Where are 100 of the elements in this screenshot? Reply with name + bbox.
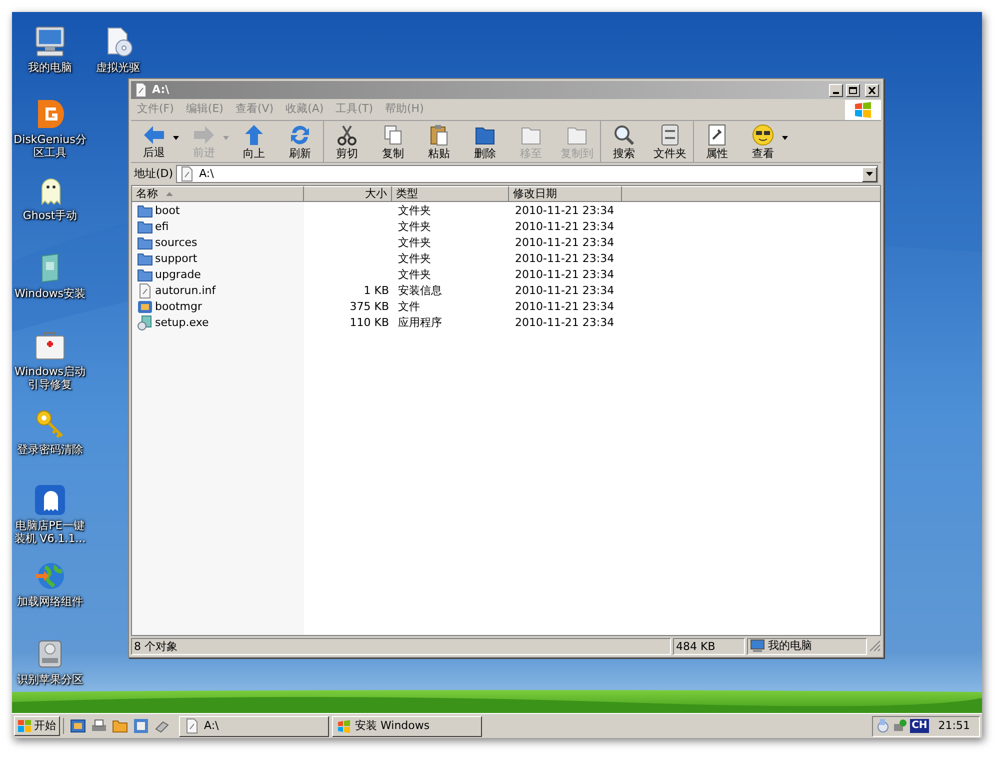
- column-header[interactable]: 修改日期: [509, 186, 622, 202]
- back-arrow-icon: [143, 124, 165, 144]
- file-type: 应用程序: [398, 316, 442, 329]
- scissors-icon: [337, 124, 357, 146]
- minimize-button[interactable]: [829, 84, 843, 96]
- address-field[interactable]: A:\: [176, 165, 878, 183]
- monitor-icon: [70, 718, 86, 734]
- file-size: 110 KB: [350, 316, 389, 329]
- document-icon: [184, 718, 200, 734]
- file-type: 安装信息: [398, 284, 442, 297]
- toolbar-button[interactable]: 文件夹: [647, 122, 693, 162]
- toolbar-button[interactable]: 刷新: [277, 122, 323, 162]
- status-size: 484 KB: [673, 638, 745, 654]
- refresh-icon: [289, 124, 311, 146]
- file-date: 2010-11-21 23:34: [515, 204, 614, 217]
- file-name[interactable]: upgrade: [155, 266, 201, 284]
- file-name[interactable]: efi: [155, 218, 169, 236]
- search-icon: [613, 124, 635, 146]
- toolbar-button[interactable]: 复制: [370, 122, 416, 162]
- file-date: 2010-11-21 23:34: [515, 236, 614, 249]
- file-type: 文件夹: [398, 220, 431, 233]
- first-aid-kit-icon: [33, 330, 67, 362]
- language-indicator[interactable]: CH: [910, 719, 930, 733]
- file-type: 文件: [398, 300, 420, 313]
- address-label: 地址(D): [134, 166, 174, 182]
- computer-icon: [33, 26, 67, 58]
- up-arrow-icon: [244, 124, 264, 146]
- file-date: 2010-11-21 23:34: [515, 268, 614, 281]
- clipboard-icon: [429, 124, 449, 146]
- status-location: 我的电脑: [747, 638, 867, 654]
- dropdown-arrow-icon[interactable]: [171, 134, 181, 140]
- folder-icon: [112, 718, 128, 734]
- file-date: 2010-11-21 23:34: [515, 220, 614, 233]
- folder-icon: [137, 204, 153, 218]
- file-type: 文件夹: [398, 204, 431, 217]
- file-name[interactable]: support: [155, 250, 198, 268]
- forward-arrow-icon: [193, 124, 215, 144]
- file-name[interactable]: sources: [155, 234, 198, 252]
- system-file-icon: [137, 299, 153, 315]
- toolbar-button[interactable]: 向上: [231, 122, 277, 162]
- copy-icon: [383, 124, 403, 146]
- globe-icon: [34, 560, 66, 592]
- windows-logo-icon: [18, 720, 31, 732]
- column-header[interactable]: 名称: [132, 186, 304, 202]
- desktop-icon-label[interactable]: 我的电脑: [28, 61, 72, 74]
- folder-icon: [137, 220, 153, 234]
- desktop-icon-label[interactable]: DiskGenius分区工具: [12, 133, 88, 159]
- clock: 21:51: [937, 718, 971, 734]
- dropdown-arrow-icon[interactable]: [780, 134, 790, 140]
- close-icon: [868, 86, 876, 94]
- folder-icon: [137, 236, 153, 250]
- windows-logo-icon: [337, 720, 351, 732]
- window-title: A:\: [152, 82, 170, 98]
- maximize-button[interactable]: [846, 84, 860, 96]
- toolbar-button[interactable]: 剪切: [324, 122, 370, 162]
- folder-icon: [137, 268, 153, 282]
- toolbar-button[interactable]: 粘贴: [416, 122, 462, 162]
- network-icon: [133, 718, 149, 734]
- column-header[interactable]: 类型: [392, 186, 509, 202]
- desktop-icon-label[interactable]: Ghost手动: [22, 209, 78, 222]
- file-date: 2010-11-21 23:34: [515, 252, 614, 265]
- desktop-icon-label[interactable]: Windows启动引导修复: [12, 365, 88, 391]
- desktop-icon-label[interactable]: Windows安装: [14, 287, 86, 300]
- close-button[interactable]: [865, 84, 879, 96]
- windows-logo-icon: [845, 100, 881, 120]
- file-name[interactable]: autorun.inf: [155, 282, 216, 300]
- resize-grip-icon[interactable]: [869, 640, 881, 652]
- toolbar-button[interactable]: 查看: [740, 122, 786, 162]
- document-icon: [133, 82, 149, 98]
- desktop-icon-label[interactable]: 虚拟光驱: [96, 61, 140, 74]
- toolbar-button[interactable]: 属性: [694, 122, 740, 162]
- dropdown-button[interactable]: [862, 166, 877, 182]
- start-button[interactable]: 开始: [14, 716, 60, 736]
- disc-icon[interactable]: [876, 719, 890, 733]
- file-type: 文件夹: [398, 252, 431, 265]
- file-size: 1 KB: [364, 284, 389, 297]
- toolbar-button[interactable]: 搜索: [601, 122, 647, 162]
- cabinet-icon: [660, 124, 680, 146]
- toolbar-button[interactable]: 删除: [462, 122, 508, 162]
- file-date: 2010-11-21 23:34: [515, 284, 614, 297]
- setup-icon: [137, 315, 153, 331]
- file-date: 2010-11-21 23:34: [515, 316, 614, 329]
- file-name[interactable]: boot: [155, 202, 180, 220]
- smiley-icon: [752, 124, 774, 146]
- file-name[interactable]: bootmgr: [155, 298, 202, 316]
- ghost-icon: [34, 484, 66, 516]
- document-icon: [179, 166, 196, 182]
- caret-icon: [866, 172, 873, 176]
- file-type: 文件夹: [398, 268, 431, 281]
- file-date: 2010-11-21 23:34: [515, 300, 614, 313]
- properties-icon: [707, 124, 727, 146]
- printer-icon: [91, 718, 107, 734]
- taskbar-button[interactable]: 安装 Windows: [332, 716, 482, 736]
- file-name[interactable]: setup.exe: [155, 314, 209, 332]
- toolbar-button[interactable]: 后退: [131, 122, 177, 162]
- document-icon: [137, 283, 153, 299]
- taskbar-button[interactable]: A:\: [179, 716, 329, 736]
- computer-icon: [750, 639, 765, 653]
- status-text: 8 个对象: [131, 638, 671, 654]
- column-header[interactable]: 大小: [304, 186, 392, 202]
